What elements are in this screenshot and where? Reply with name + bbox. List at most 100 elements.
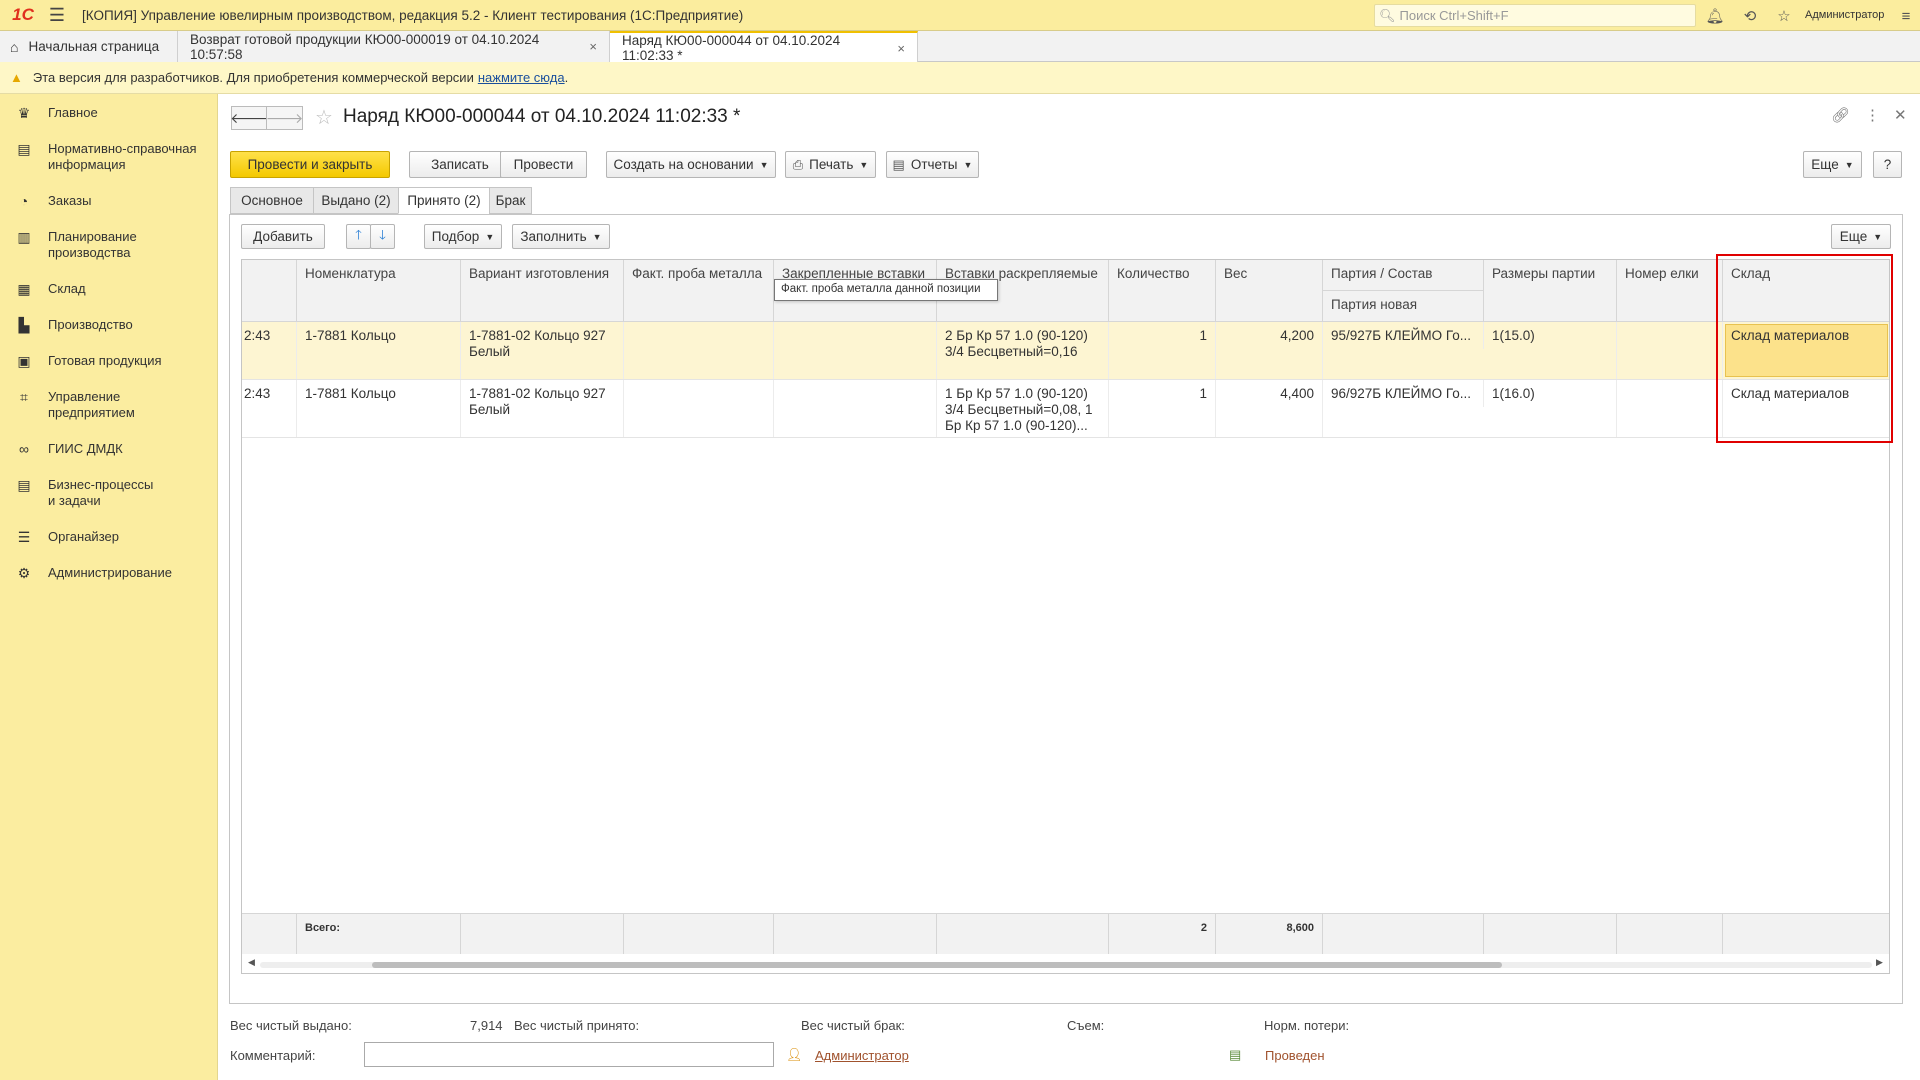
help-button[interactable]: ?: [1873, 151, 1902, 178]
column-header-tree-number[interactable]: Номер елки: [1617, 260, 1723, 322]
back-button[interactable]: 🡐: [230, 106, 268, 130]
author-link[interactable]: Администратор: [815, 1048, 909, 1063]
forward-button[interactable]: 🡒: [266, 106, 303, 130]
column-header-batch[interactable]: Партия / Состав: [1323, 260, 1484, 291]
app-logo[interactable]: 1С: [4, 0, 42, 31]
more-button[interactable]: Еще ▼: [1803, 151, 1862, 178]
sidebar-item-label: Производство: [48, 317, 133, 332]
scroll-right-icon[interactable]: ▶: [1876, 957, 1883, 968]
sidebar-item-planning[interactable]: ▥ Планирование производства: [0, 229, 218, 261]
column-header-probe[interactable]: Факт. проба металла: [624, 260, 774, 322]
add-row-button[interactable]: Добавить: [241, 224, 325, 249]
post-button[interactable]: Провести: [500, 151, 587, 178]
row-variant[interactable]: 1-7881-02 Кольцо 927 Белый: [461, 380, 624, 437]
tab-accepted[interactable]: Принято (2): [398, 187, 490, 214]
printer-icon: ⎙: [792, 156, 804, 172]
row-batch-sizes[interactable]: 1(15.0): [1484, 322, 1617, 379]
sidebar-item-organizer[interactable]: ☰ Органайзер: [0, 529, 218, 546]
row-weight[interactable]: 4,200: [1216, 322, 1323, 379]
favorites-star-icon[interactable]: ☆: [1772, 4, 1796, 28]
link-icon[interactable]: 🔗︎: [1831, 106, 1850, 124]
scroll-left-icon[interactable]: ◀: [248, 957, 255, 968]
sidebar-item-management[interactable]: ⌗ Управление предприятием: [0, 389, 218, 421]
search-placeholder: Поиск Ctrl+Shift+F: [1399, 8, 1509, 23]
row-probe[interactable]: [624, 322, 774, 379]
sidebar-item-warehouse[interactable]: ▦ Склад: [0, 281, 218, 298]
column-header-variant[interactable]: Вариант изготовления: [461, 260, 624, 322]
tab-order-document[interactable]: Наряд КЮ00-000044 от 04.10.2024 11:02:33…: [610, 31, 918, 63]
close-icon[interactable]: ×: [897, 41, 905, 56]
column-header-quantity[interactable]: Количество: [1109, 260, 1216, 322]
post-and-close-button[interactable]: Провести и закрыть: [230, 151, 390, 178]
reports-button[interactable]: ▤ Отчеты ▼: [886, 151, 979, 178]
move-up-button[interactable]: 🡑: [346, 224, 371, 249]
column-header-weight[interactable]: Вес: [1216, 260, 1323, 322]
accepted-items-table[interactable]: Номенклатура Вариант изготовления Факт. …: [241, 259, 1890, 974]
sidebar-item-reference[interactable]: ▤ Нормативно-справочная информация: [0, 141, 218, 173]
sidebar-item-orders[interactable]: ◔ Заказы: [0, 193, 218, 209]
comment-input[interactable]: [364, 1042, 774, 1067]
bell-icon[interactable]: 🔔︎: [1703, 4, 1727, 28]
sidebar-item-finished-goods[interactable]: ▣ Готовая продукция: [0, 353, 218, 370]
chevron-down-icon: ▼: [1873, 231, 1883, 242]
row-nomenclature[interactable]: 1-7881 Кольцо: [297, 322, 461, 379]
horizontal-scrollbar[interactable]: ◀ ▶: [242, 954, 1889, 973]
grid-icon: ▦: [17, 281, 31, 297]
sidebar-item-label: Органайзер: [48, 529, 119, 544]
row-quantity[interactable]: 1: [1109, 380, 1216, 437]
tab-return-document[interactable]: Возврат готовой продукции КЮ00-000019 от…: [178, 31, 610, 62]
print-label: Печать: [809, 157, 854, 172]
row-batch[interactable]: 95/927Б КЛЕЙМО Го...: [1323, 322, 1484, 349]
sidebar-item-business-processes[interactable]: ▤ Бизнес-процессы и задачи: [0, 477, 218, 509]
global-search-input[interactable]: 🔍︎ Поиск Ctrl+Shift+F: [1374, 4, 1696, 27]
move-down-button[interactable]: 🡓: [370, 224, 395, 249]
current-user[interactable]: Администратор: [1805, 9, 1884, 21]
tab-home[interactable]: ⌂ Начальная страница: [0, 31, 178, 62]
row-fixed-inserts[interactable]: [774, 380, 937, 437]
favorite-star-icon[interactable]: ☆: [315, 105, 333, 130]
sidebar-item-administration[interactable]: ⚙ Администрирование: [0, 565, 218, 582]
row-tree-number[interactable]: [1617, 380, 1723, 437]
row-batch-sizes[interactable]: 1(16.0): [1484, 380, 1617, 437]
history-icon[interactable]: ⟲: [1738, 4, 1762, 28]
title-bar: 1С ☰ [КОПИЯ] Управление ювелирным произв…: [0, 0, 1920, 31]
settings-menu-icon[interactable]: ≡: [1894, 4, 1918, 28]
sidebar-item-label: Готовая продукция: [48, 353, 162, 368]
sidebar-item-production[interactable]: ▙ Производство: [0, 317, 218, 334]
close-icon[interactable]: ×: [589, 39, 597, 54]
more-vert-icon[interactable]: ⋮: [1865, 106, 1880, 124]
chevron-down-icon: ▼: [759, 159, 769, 170]
warehouse-column-highlight: [1716, 254, 1893, 443]
scroll-thumb[interactable]: [372, 962, 1502, 968]
search-icon: 🔍︎: [1379, 7, 1396, 23]
save-button[interactable]: Записать: [409, 151, 511, 178]
close-icon[interactable]: ✕: [1894, 106, 1907, 124]
row-tree-number[interactable]: [1617, 322, 1723, 379]
row-loose-inserts[interactable]: 2 Бр Кр 57 1.0 (90-120) 3/4 Бесцветный=0…: [937, 322, 1109, 379]
column-header-batch-new[interactable]: Партия новая: [1323, 291, 1484, 322]
purchase-link[interactable]: нажмите сюда: [478, 70, 565, 85]
row-batch[interactable]: 96/927Б КЛЕЙМО Го...: [1323, 380, 1484, 407]
row-weight[interactable]: 4,400: [1216, 380, 1323, 437]
tab-defect[interactable]: Брак: [489, 187, 532, 214]
row-fixed-inserts[interactable]: [774, 322, 937, 379]
sidebar-item-giis[interactable]: ∞ ГИИС ДМДК: [0, 441, 218, 457]
table-more-button[interactable]: Еще ▼: [1831, 224, 1891, 249]
row-loose-inserts[interactable]: 1 Бр Кр 57 1.0 (90-120) 3/4 Бесцветный=0…: [937, 380, 1109, 437]
row-nomenclature[interactable]: 1-7881 Кольцо: [297, 380, 461, 437]
print-button[interactable]: ⎙ Печать ▼: [785, 151, 876, 178]
row-quantity[interactable]: 1: [1109, 322, 1216, 379]
row-probe[interactable]: [624, 380, 774, 437]
chevron-down-icon: ▼: [592, 231, 602, 242]
column-header-batch-sizes[interactable]: Размеры партии: [1484, 260, 1617, 322]
tab-issued[interactable]: Выдано (2): [313, 187, 399, 214]
menu-icon[interactable]: ☰: [42, 5, 72, 26]
column-header-nomenclature[interactable]: Номенклатура: [297, 260, 461, 322]
fill-button[interactable]: Заполнить ▼: [512, 224, 610, 249]
row-variant[interactable]: 1-7881-02 Кольцо 927 Белый: [461, 322, 624, 379]
create-based-on-button[interactable]: Создать на основании ▼: [606, 151, 776, 178]
pick-button[interactable]: Подбор ▼: [424, 224, 502, 249]
warning-period: .: [564, 70, 569, 85]
sidebar-item-main[interactable]: ♛ Главное: [0, 105, 218, 122]
tab-main[interactable]: Основное: [230, 187, 314, 214]
